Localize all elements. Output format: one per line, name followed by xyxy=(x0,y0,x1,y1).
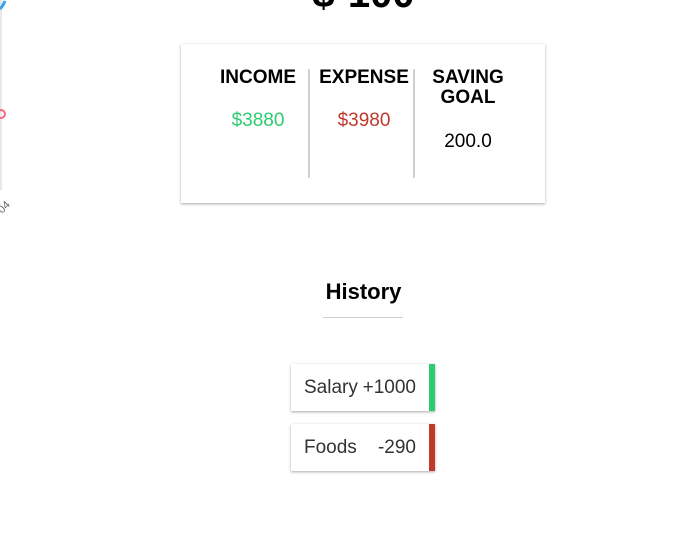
summary-divider xyxy=(413,69,415,178)
history-item-name: Foods xyxy=(304,437,357,458)
chart-tick-label: 04 xyxy=(0,199,13,216)
history-list: Salary +1000 Foods -290 xyxy=(291,364,435,484)
balance-amount: $-100 xyxy=(0,0,687,14)
history-divider xyxy=(323,317,403,318)
income-column: INCOME $3880 xyxy=(217,68,299,131)
history-item-salary[interactable]: Salary +1000 xyxy=(291,364,435,411)
history-item-name: Salary xyxy=(304,377,358,398)
saving-goal-label-line1: SAVING xyxy=(432,67,504,88)
history-item-foods[interactable]: Foods -290 xyxy=(291,424,435,471)
summary-divider xyxy=(308,69,310,178)
expense-value: $3980 xyxy=(337,110,391,131)
history-title: History xyxy=(325,279,402,304)
summary-card: INCOME $3880 EXPENSE $3980 SAVING GOAL 2… xyxy=(181,44,545,203)
saving-goal-label: SAVING GOAL xyxy=(423,68,513,108)
saving-goal-value: 200.0 xyxy=(444,131,492,152)
expense-indicator-bar xyxy=(429,424,435,471)
history-item-amount: +1000 xyxy=(362,377,416,398)
page: 04 $-100 INCOME $3880 EXPENSE $3980 SAVI… xyxy=(0,0,687,546)
income-indicator-bar xyxy=(429,364,435,411)
saving-goal-label-line2: GOAL xyxy=(440,87,496,108)
history-item-amount: -290 xyxy=(377,437,416,458)
income-value: $3880 xyxy=(231,110,285,131)
expense-label: EXPENSE xyxy=(319,67,409,88)
income-label: INCOME xyxy=(220,67,296,88)
saving-goal-column: SAVING GOAL 200.0 xyxy=(423,68,513,152)
chart-fragment: 04 xyxy=(0,0,13,216)
expense-column: EXPENSE $3980 xyxy=(315,68,413,131)
